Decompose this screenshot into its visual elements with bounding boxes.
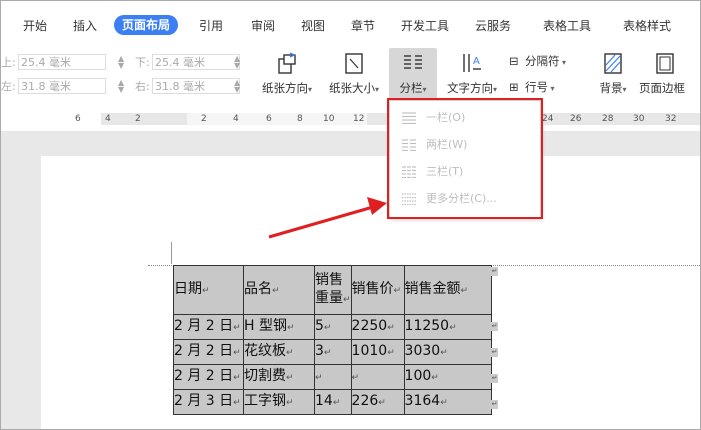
app-window: 开始 插入 页面布局 引用 审阅 视图 章节 开发工具 云服务 表格工具 表格样… <box>0 0 701 430</box>
annotation-arrow-icon <box>268 197 387 239</box>
highlight-box <box>387 98 543 219</box>
